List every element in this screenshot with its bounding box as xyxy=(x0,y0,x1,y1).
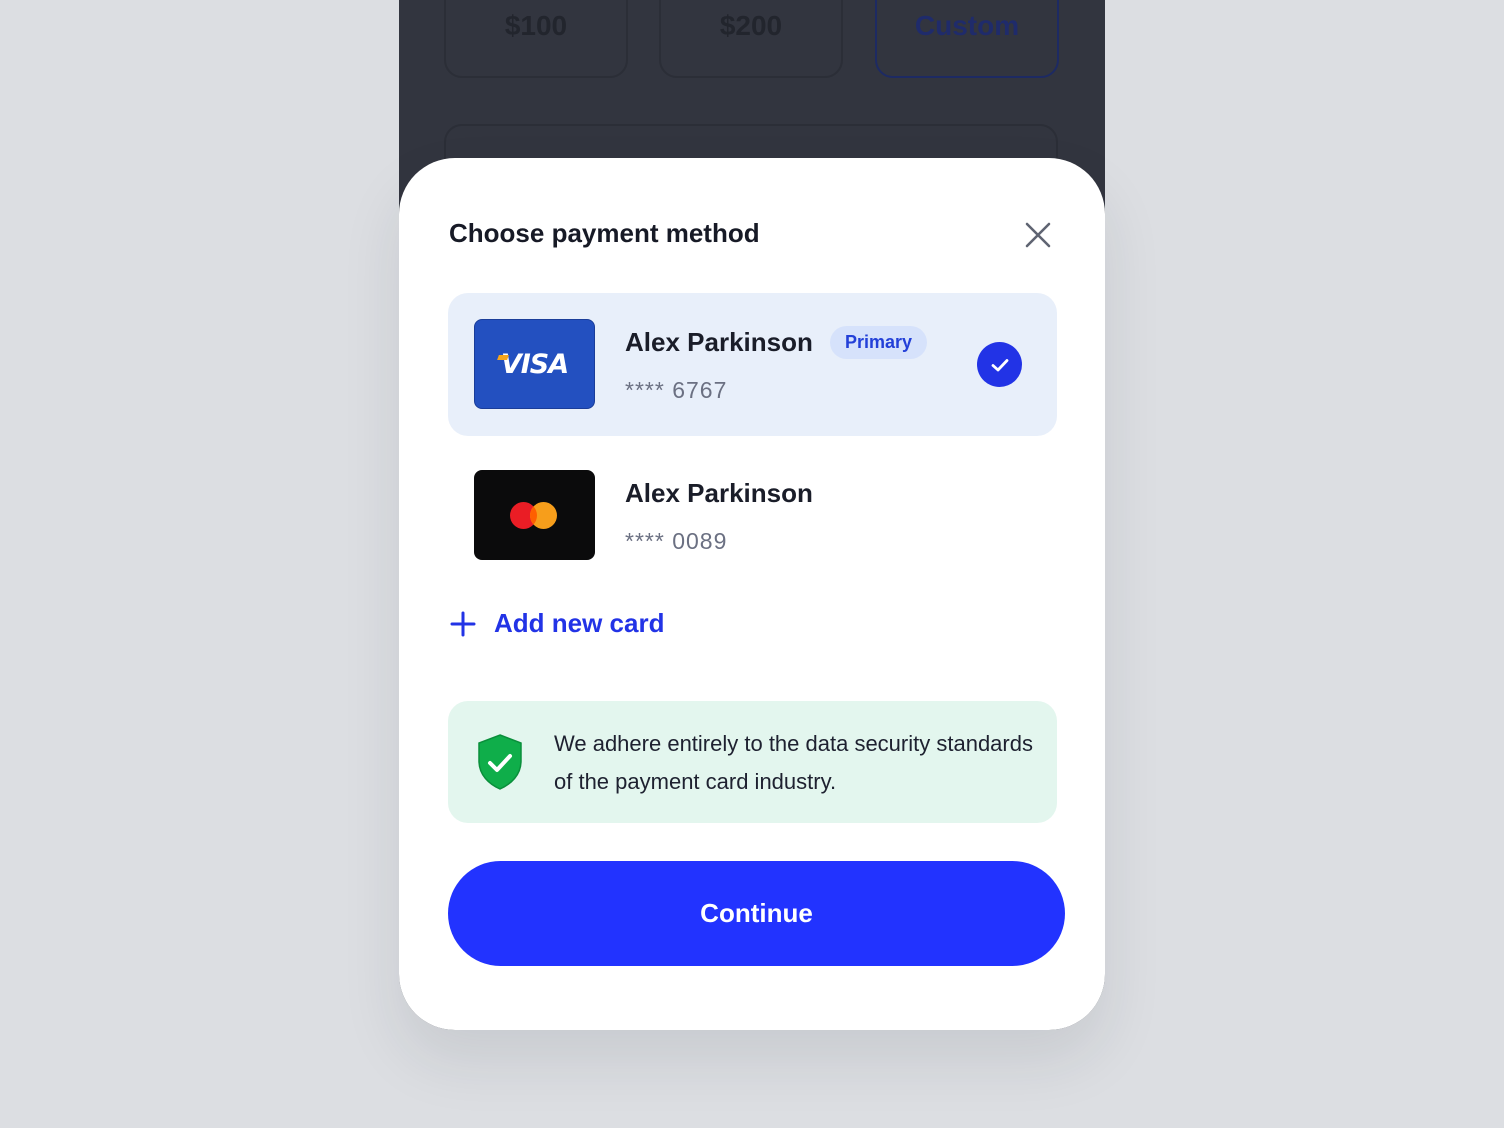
close-button[interactable] xyxy=(1019,216,1057,254)
shield-check-icon xyxy=(478,734,522,790)
close-icon xyxy=(1025,222,1051,248)
visa-card-icon: VISA xyxy=(474,319,595,409)
sheet-title: Choose payment method xyxy=(449,218,760,248)
mastercard-overlap xyxy=(530,502,557,529)
plus-icon xyxy=(450,611,476,636)
payment-method-sheet: Choose payment method VISA Alex Parkinso… xyxy=(399,158,1105,1030)
payment-card-mastercard[interactable]: Alex Parkinson **** 0089 xyxy=(448,444,1057,587)
masked-card-number: **** 0089 xyxy=(625,528,728,554)
visa-logo: VISA xyxy=(500,348,569,380)
card-holder-name: Alex Parkinson xyxy=(625,478,813,508)
security-notice-text: We adhere entirely to the data security … xyxy=(554,731,1033,794)
masked-card-number: **** 6767 xyxy=(625,377,728,403)
amount-option-custom[interactable]: Custom xyxy=(875,0,1059,78)
amount-option-200[interactable]: $200 xyxy=(659,0,843,78)
security-notice: We adhere entirely to the data security … xyxy=(448,701,1057,823)
continue-button[interactable]: Continue xyxy=(448,861,1065,966)
payment-card-visa[interactable]: VISA Alex Parkinson Primary **** 6767 xyxy=(448,293,1057,436)
mastercard-card-icon xyxy=(474,470,595,560)
card-holder-name: Alex Parkinson xyxy=(625,327,813,357)
amount-option-100[interactable]: $100 xyxy=(444,0,628,78)
primary-badge: Primary xyxy=(830,326,928,359)
add-new-card-label: Add new card xyxy=(494,608,665,638)
add-new-card-button[interactable]: Add new card xyxy=(450,608,664,639)
selected-check-icon xyxy=(977,342,1022,387)
